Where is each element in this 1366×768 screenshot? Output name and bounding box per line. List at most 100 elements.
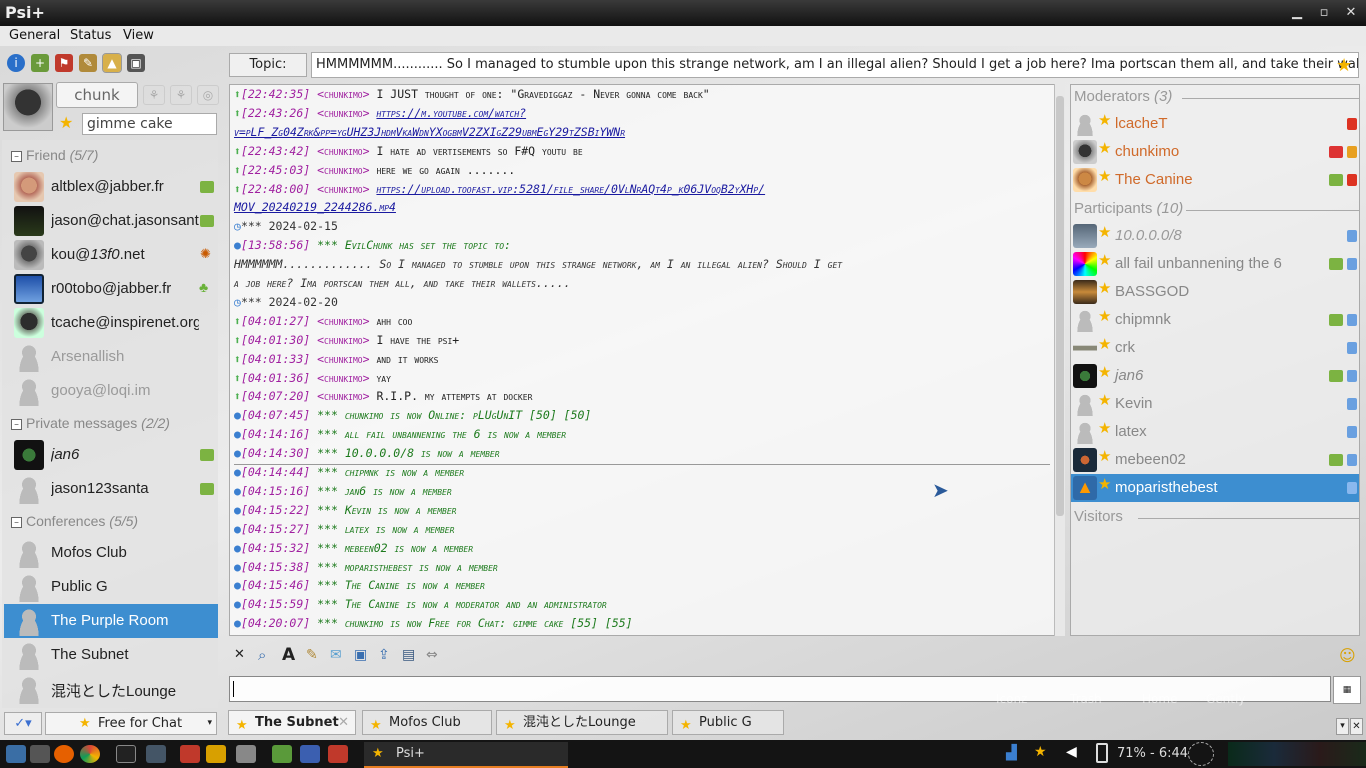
occupant-row[interactable]: ★ 10.0.0.0/8: [1071, 222, 1359, 250]
close-icon[interactable]: ✕: [1341, 4, 1361, 22]
contact-row[interactable]: jason123santa: [4, 472, 218, 506]
chat-scrollbar[interactable]: [1054, 84, 1065, 636]
image-icon[interactable]: ▤: [402, 647, 415, 663]
status-icon[interactable]: ▲: [102, 53, 122, 73]
contact-row[interactable]: altblex@jabber.fr: [4, 170, 218, 204]
contact-row[interactable]: tcache@inspirenet.org: [4, 306, 218, 340]
scrollbar-thumb[interactable]: [1056, 96, 1064, 516]
message-link[interactable]: MOV_20240219_2244286.mp4: [234, 200, 396, 214]
pep-icon[interactable]: ⚘: [170, 85, 192, 105]
occupant-row[interactable]: ★ chipmnk: [1071, 306, 1359, 334]
tabs-menu-button[interactable]: ▾: [1336, 718, 1349, 735]
tab-the-subnet[interactable]: ★ The Subnet ✕: [228, 710, 356, 735]
window-icon[interactable]: [146, 745, 166, 763]
contact-row[interactable]: jan6: [4, 438, 218, 472]
contact-row[interactable]: Arsenallish: [4, 340, 218, 374]
link-continuation[interactable]: v=pLF_Zg04Zrk&pp=ygUHZ3JhdmVkaWdnYXogbmV…: [234, 125, 625, 139]
chrome-icon[interactable]: [80, 745, 100, 763]
battery-icon[interactable]: [1096, 743, 1108, 763]
status-message-field[interactable]: gimme cake: [82, 113, 217, 135]
private-group-header[interactable]: − Private messages (2/2): [11, 415, 170, 431]
link-continuation[interactable]: MOV_20240219_2244286.mp4: [234, 200, 396, 214]
tune-icon[interactable]: ◎: [197, 85, 219, 105]
conference-row[interactable]: 混沌としたLounge: [4, 672, 218, 706]
occupant-row[interactable]: ★ all fail unbannening the 6: [1071, 250, 1359, 278]
occupant-row[interactable]: ★ crk: [1071, 334, 1359, 362]
avatar[interactable]: [3, 83, 53, 131]
occupant-row[interactable]: ★ lcacheT: [1071, 110, 1359, 138]
occupant-row[interactable]: ★ chunkimo: [1071, 138, 1359, 166]
conference-row[interactable]: The Subnet: [4, 638, 218, 672]
bolt-icon[interactable]: [206, 745, 226, 763]
status-star-icon[interactable]: ★: [59, 114, 77, 132]
minimize-icon[interactable]: ▁: [1287, 4, 1307, 22]
bookmark-star-icon[interactable]: ★: [1336, 55, 1352, 76]
taskbar-psi-window[interactable]: ★ Psi+: [364, 742, 568, 768]
find-icon[interactable]: ⌕: [258, 646, 266, 664]
occupant-row[interactable]: ★ BASSGOD: [1071, 278, 1359, 306]
voice-icon[interactable]: ⇔: [426, 647, 438, 663]
clear-icon[interactable]: ✕: [234, 647, 245, 662]
battery-clock[interactable]: 71% - 6:44: [1117, 746, 1188, 761]
contact-row[interactable]: kou@13f0.net ✺: [4, 238, 218, 272]
contact-row[interactable]: r00tobo@jabber.fr ♣: [4, 272, 218, 306]
volume-icon[interactable]: ◀: [1066, 744, 1077, 760]
discover-icon[interactable]: ⚑: [55, 54, 73, 72]
occupant-row[interactable]: ▲ ★ moparisthebest: [1071, 474, 1359, 502]
occupant-row[interactable]: ★ The Canine: [1071, 166, 1359, 194]
close-icon[interactable]: ✕: [338, 711, 349, 734]
clock-icon[interactable]: [1188, 742, 1214, 766]
ad-hoc-icon[interactable]: ⚘: [143, 85, 165, 105]
contact-row[interactable]: gooya@loqi.im: [4, 374, 218, 408]
font-icon[interactable]: A: [282, 645, 295, 665]
share-file-icon[interactable]: ⇪: [378, 647, 390, 663]
files-icon[interactable]: [30, 745, 50, 763]
menu-view[interactable]: View: [123, 28, 154, 43]
friend-group-header[interactable]: − Friend (5/7): [11, 147, 98, 163]
terminal-icon[interactable]: [116, 745, 136, 763]
contact-row[interactable]: jason@chat.jasonsanta.: [4, 204, 218, 238]
info-icon: ●: [234, 483, 241, 498]
star-tray-icon[interactable]: ★: [1034, 744, 1047, 760]
occupant-row[interactable]: ★ Kevin: [1071, 390, 1359, 418]
conference-row[interactable]: The Purple Room: [4, 604, 218, 638]
tab-mofos-club[interactable]: ★ Mofos Club: [362, 710, 492, 735]
topic-button[interactable]: Topic:: [229, 53, 307, 77]
message-link[interactable]: v=pLF_Zg04Zrk&pp=ygUHZ3JhdmVkaWdnYXogbmV…: [234, 125, 625, 139]
occupant-row[interactable]: ★ jan6: [1071, 362, 1359, 390]
menu-general[interactable]: General: [9, 28, 60, 43]
x-icon[interactable]: [328, 745, 348, 763]
chat-log[interactable]: ⬆[22:42:35] <chunkimo> I JUST thought of…: [229, 84, 1065, 636]
user-icon[interactable]: [272, 745, 292, 763]
console-icon[interactable]: ▣: [127, 54, 145, 72]
tools-icon[interactable]: ✎: [79, 54, 97, 72]
editor-icon[interactable]: [180, 745, 200, 763]
snippet-icon[interactable]: ✉: [330, 647, 342, 663]
maximize-icon[interactable]: ▫: [1314, 4, 1334, 22]
firefox-icon[interactable]: [54, 745, 74, 763]
configure-icon[interactable]: ✎: [306, 647, 318, 663]
message-link[interactable]: https://upload.toofast.vip:5281/file_sha…: [376, 182, 765, 196]
emoticon-icon[interactable]: ☺: [1339, 646, 1356, 665]
conference-row[interactable]: Mofos Club: [4, 536, 218, 570]
python-icon[interactable]: [6, 745, 26, 763]
menu-button[interactable]: ✓▾: [4, 712, 42, 735]
topic-field[interactable]: HMMMMMM............ So I managed to stum…: [311, 52, 1359, 78]
close-tab-button[interactable]: ✕: [1350, 718, 1363, 735]
calculator-icon[interactable]: [236, 745, 256, 763]
tab-public-g[interactable]: ★ Public G: [672, 710, 784, 735]
nick-field[interactable]: chunk: [56, 82, 138, 108]
network-icon[interactable]: ▟: [1006, 745, 1017, 761]
info-icon[interactable]: i: [7, 54, 25, 72]
conferences-group-header[interactable]: − Conferences (5/5): [11, 513, 138, 529]
occupant-row[interactable]: ★ latex: [1071, 418, 1359, 446]
screenshot-icon[interactable]: ▣: [354, 647, 367, 663]
message-link[interactable]: https://m.youtube.com/watch?: [376, 106, 526, 120]
status-selector[interactable]: ★ Free for Chat ▾: [45, 712, 217, 735]
pen-icon[interactable]: [300, 745, 320, 763]
tab-lounge[interactable]: ★ 混沌としたLounge: [496, 710, 668, 735]
menu-status[interactable]: Status: [70, 28, 111, 43]
conference-row[interactable]: Public G: [4, 570, 218, 604]
add-contact-icon[interactable]: +: [31, 54, 49, 72]
occupant-row[interactable]: ★ mebeen02: [1071, 446, 1359, 474]
